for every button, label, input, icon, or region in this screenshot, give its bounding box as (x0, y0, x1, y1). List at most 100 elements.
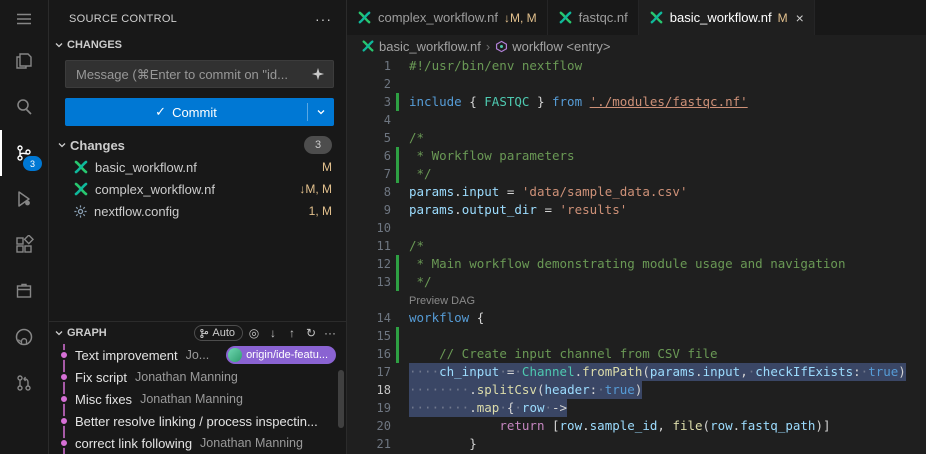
line-number[interactable]: 17 (347, 363, 391, 381)
target-icon[interactable]: ◎ (246, 326, 262, 340)
code-row[interactable]: 18········.splitCsv(header:·true) (347, 381, 926, 399)
commit-row[interactable]: Misc fixes Jonathan Manning (49, 388, 346, 410)
gutter (391, 219, 409, 237)
breadcrumb-symbol[interactable]: workflow <entry> (495, 39, 610, 54)
commit-message: Text improvement (75, 348, 178, 363)
file-name: basic_workflow.nf (95, 160, 316, 175)
close-tab-icon[interactable]: × (796, 10, 804, 26)
changes-section-header[interactable]: CHANGES (49, 34, 346, 56)
line-number[interactable]: 4 (347, 111, 391, 129)
source-control-icon[interactable]: 3 (0, 130, 48, 176)
pull-request-icon[interactable] (0, 360, 48, 406)
line-number[interactable]: 16 (347, 345, 391, 363)
commit-message-input[interactable] (74, 66, 307, 83)
code-row[interactable]: 3include { FASTQC } from './modules/fast… (347, 93, 926, 111)
code-row[interactable]: 6 * Workflow parameters (347, 147, 926, 165)
tab-label: fastqc.nf (579, 10, 628, 25)
commit-button-main[interactable]: ✓ Commit (65, 98, 307, 126)
line-number[interactable]: 13 (347, 273, 391, 291)
changes-count-badge: 3 (304, 136, 332, 154)
code-row[interactable]: 15 (347, 327, 926, 345)
branch-ref-label: origin/ide-featu... (246, 349, 328, 361)
code-row[interactable]: 10 (347, 219, 926, 237)
sparkle-icon[interactable] (307, 63, 329, 85)
github-icon[interactable] (0, 314, 48, 360)
scm-file-basic-workflow[interactable]: basic_workflow.nf M (49, 156, 346, 178)
scm-file-nextflow-config[interactable]: nextflow.config 1, M (49, 200, 346, 222)
line-number[interactable]: 8 (347, 183, 391, 201)
code-editor[interactable]: 1#!/usr/bin/env nextflow23include { FAST… (347, 57, 926, 454)
line-number[interactable]: 21 (347, 435, 391, 453)
line-number[interactable] (347, 291, 391, 309)
refresh-icon[interactable]: ↻ (303, 326, 319, 340)
code-row[interactable]: 7 */ (347, 165, 926, 183)
code-row[interactable]: 8params.input = 'data/sample_data.csv' (347, 183, 926, 201)
code-row[interactable]: 13 */ (347, 273, 926, 291)
code-row[interactable]: 11/* (347, 237, 926, 255)
line-number[interactable]: 12 (347, 255, 391, 273)
graph-scrollbar[interactable] (338, 370, 344, 428)
line-number[interactable]: 9 (347, 201, 391, 219)
nextflow-icon (73, 181, 89, 197)
line-number[interactable]: 14 (347, 309, 391, 327)
commit-dot-icon (59, 438, 69, 448)
code-lines: 1#!/usr/bin/env nextflow23include { FAST… (347, 57, 926, 453)
line-number[interactable]: 3 (347, 93, 391, 111)
package-icon[interactable] (0, 268, 48, 314)
breadcrumb-file-label: basic_workflow.nf (379, 39, 481, 54)
tab-basic-workflow[interactable]: basic_workflow.nf M × (639, 0, 815, 35)
line-number[interactable]: 2 (347, 75, 391, 93)
gutter (391, 381, 409, 399)
code-row[interactable]: 19········.map·{·row·-> (347, 399, 926, 417)
menu-icon[interactable] (0, 0, 48, 38)
commit-row[interactable]: Better resolve linking / process inspect… (49, 410, 346, 432)
commit-dot-icon (59, 372, 69, 382)
commit-row[interactable]: correct link following Jonathan Manning (49, 432, 346, 454)
code-row[interactable]: 5/* (347, 129, 926, 147)
commit-dropdown-button[interactable] (308, 98, 334, 126)
line-number[interactable]: 6 (347, 147, 391, 165)
commit-row[interactable]: Fix script Jonathan Manning (49, 366, 346, 388)
push-icon[interactable]: ↑ (284, 326, 300, 340)
code-row[interactable]: 16 // Create input channel from CSV file (347, 345, 926, 363)
auto-branch-toggle[interactable]: Auto (194, 325, 243, 341)
run-debug-icon[interactable] (0, 176, 48, 222)
file-name: nextflow.config (94, 204, 303, 219)
graph-section-header[interactable]: GRAPH Auto ◎ ↓ ↑ ↻ ··· (49, 322, 346, 344)
code-row[interactable]: 1#!/usr/bin/env nextflow (347, 57, 926, 75)
search-icon[interactable] (0, 84, 48, 130)
commit-button[interactable]: ✓ Commit (65, 98, 334, 126)
code-row[interactable]: 20 return [row.sample_id, file(row.fastq… (347, 417, 926, 435)
scm-file-complex-workflow[interactable]: complex_workflow.nf ↓M, M (49, 178, 346, 200)
line-number[interactable]: 10 (347, 219, 391, 237)
commit-row[interactable]: Text improvement Jo... origin/ide-featu.… (49, 344, 346, 366)
line-number[interactable]: 5 (347, 129, 391, 147)
line-number[interactable]: 19 (347, 399, 391, 417)
codelens-row[interactable]: Preview DAG (347, 291, 926, 309)
more-actions-icon[interactable]: ··· (322, 326, 338, 340)
tab-complex-workflow[interactable]: complex_workflow.nf ↓M, M (347, 0, 548, 35)
codelens-link[interactable]: Preview DAG (409, 295, 475, 307)
code-row[interactable]: 21 } (347, 435, 926, 453)
explorer-icon[interactable] (0, 38, 48, 84)
extensions-icon[interactable] (0, 222, 48, 268)
code-row[interactable]: 14workflow { (347, 309, 926, 327)
line-number[interactable]: 7 (347, 165, 391, 183)
line-number[interactable]: 11 (347, 237, 391, 255)
changes-tree-row[interactable]: Changes 3 (49, 134, 346, 156)
line-number[interactable]: 18 (347, 381, 391, 399)
tab-fastqc[interactable]: fastqc.nf (548, 0, 639, 35)
code-row[interactable]: 12 * Main workflow demonstrating module … (347, 255, 926, 273)
code-row[interactable]: 9params.output_dir = 'results' (347, 201, 926, 219)
line-number[interactable]: 20 (347, 417, 391, 435)
line-number[interactable]: 1 (347, 57, 391, 75)
fetch-icon[interactable]: ↓ (265, 326, 281, 340)
code-row[interactable]: 4 (347, 111, 926, 129)
line-number[interactable]: 15 (347, 327, 391, 345)
code-row[interactable]: 17····ch_input·=·Channel.fromPath(params… (347, 363, 926, 381)
commit-message: Fix script (75, 370, 127, 385)
branch-ref-badge[interactable]: origin/ide-featu... (226, 346, 336, 364)
breadcrumb-file[interactable]: basic_workflow.nf (361, 39, 481, 54)
code-row[interactable]: 2 (347, 75, 926, 93)
more-actions-icon[interactable]: ··· (315, 11, 332, 27)
